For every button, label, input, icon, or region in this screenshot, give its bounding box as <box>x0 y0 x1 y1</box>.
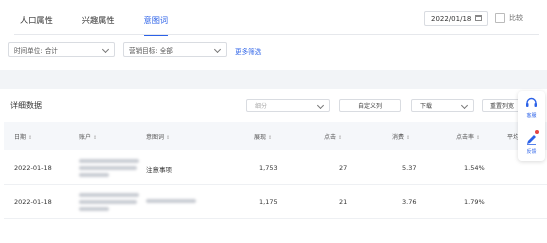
sort-icon: ⇕ <box>268 135 273 141</box>
col-ctr[interactable]: 点击率 ⇕ <box>456 132 480 141</box>
cell-impressions: 1,175 <box>259 198 278 206</box>
tab-interests[interactable]: 兴趣属性 <box>82 9 115 31</box>
compare-checkbox[interactable] <box>495 13 505 23</box>
marketing-goal-select[interactable]: 营销目标: 全部 <box>123 42 227 57</box>
redacted-account <box>79 159 139 163</box>
date-value: 2022/01/18 <box>431 14 472 23</box>
tab-intent-words[interactable]: 意图词 <box>143 9 168 36</box>
segment-placeholder: 细分 <box>255 103 268 110</box>
reset-columns-button[interactable]: 重置列宽 <box>482 99 522 112</box>
redacted-account <box>79 207 109 211</box>
sort-icon: ⇕ <box>338 135 343 141</box>
col-clicks[interactable]: 点击 ⇕ <box>324 132 342 141</box>
redacted-account <box>79 193 139 197</box>
custom-columns-button[interactable]: 自定义列 <box>339 99 401 112</box>
sort-icon: ⇕ <box>93 135 98 141</box>
headset-icon[interactable] <box>525 97 538 109</box>
chevron-down-icon <box>213 45 222 54</box>
consult-label[interactable]: 客服 <box>518 112 545 119</box>
tab-demographics[interactable]: 人口属性 <box>20 9 53 31</box>
table-title: 详细数据 <box>10 101 42 110</box>
col-cost[interactable]: 消费 ⇕ <box>392 132 410 141</box>
tab-divider <box>14 34 539 35</box>
cell-clicks: 27 <box>339 164 348 172</box>
tab-bar: 人口属性 兴趣属性 意图词 <box>20 9 197 36</box>
chevron-down-icon <box>460 101 469 110</box>
edit-icon[interactable] <box>526 134 537 145</box>
table-header: 日期⇕ 账户⇕ 意图词⇕ 展现⇕ 点击⇕ 消费⇕ 点击率⇕ 平均⇕ <box>4 122 547 150</box>
redacted-account <box>79 166 137 170</box>
cell-date: 2022-01-18 <box>14 198 52 206</box>
sort-icon: ⇕ <box>166 135 171 141</box>
download-label: 下载 <box>420 103 433 110</box>
sort-icon: ⇕ <box>476 135 481 141</box>
cell-cost: 5.37 <box>402 164 417 172</box>
col-account[interactable]: 账户 ⇕ <box>79 132 97 141</box>
more-filters-link[interactable]: 更多筛选 <box>235 46 261 56</box>
time-unit-select[interactable]: 时间单位: 合计 <box>8 42 115 57</box>
detail-data-card: 详细数据 细分 自定义列 下载 重置列宽 日期 ⇕ 账户 ⇕ 意图词 ⇕ 展现 ⇕ 点击… <box>0 89 547 243</box>
chevron-down-icon <box>316 101 325 110</box>
redacted-intent-word <box>146 199 196 203</box>
cell-ctr: 1.79% <box>464 198 485 206</box>
cell-impressions: 1,753 <box>259 164 278 172</box>
cell-cost: 3.76 <box>402 198 417 206</box>
marketing-goal-value: 营销目标: 全部 <box>129 46 173 55</box>
cell-date: 2022-01-18 <box>14 164 52 172</box>
table-row: 2022-01-18 1,175 21 3.76 1.79% <box>4 185 547 219</box>
cell-ctr: 1.54% <box>464 164 485 172</box>
floating-help-panel: 客服 反馈 <box>518 91 545 161</box>
redacted-account <box>79 173 109 177</box>
chevron-down-icon <box>101 45 110 54</box>
date-picker[interactable]: 2022/01/18 <box>424 11 488 26</box>
download-select[interactable]: 下载 <box>411 99 474 112</box>
sort-icon: ⇕ <box>28 135 33 141</box>
redacted-account <box>79 200 137 204</box>
top-panel: 人口属性 兴趣属性 意图词 2022/01/18 比较 时间单位: 合计 营销目… <box>0 0 547 70</box>
sort-icon: ⇕ <box>406 135 411 141</box>
feedback-label[interactable]: 反馈 <box>518 148 545 155</box>
compare-toggle[interactable]: 比较 <box>495 13 523 23</box>
cell-clicks: 21 <box>339 198 348 206</box>
table-row: 2022-01-18 注意事项 1,753 27 5.37 1.54% <box>4 151 547 185</box>
segment-select[interactable]: 细分 <box>246 99 330 112</box>
time-unit-value: 时间单位: 合计 <box>14 46 58 55</box>
compare-label: 比较 <box>509 14 523 22</box>
cell-intent-word: 注意事项 <box>146 166 172 174</box>
calendar-icon <box>475 15 482 21</box>
notification-dot <box>535 130 539 134</box>
col-date[interactable]: 日期 ⇕ <box>14 132 32 141</box>
col-intent-word[interactable]: 意图词 ⇕ <box>146 132 170 141</box>
col-impressions[interactable]: 展现 ⇕ <box>254 132 272 141</box>
